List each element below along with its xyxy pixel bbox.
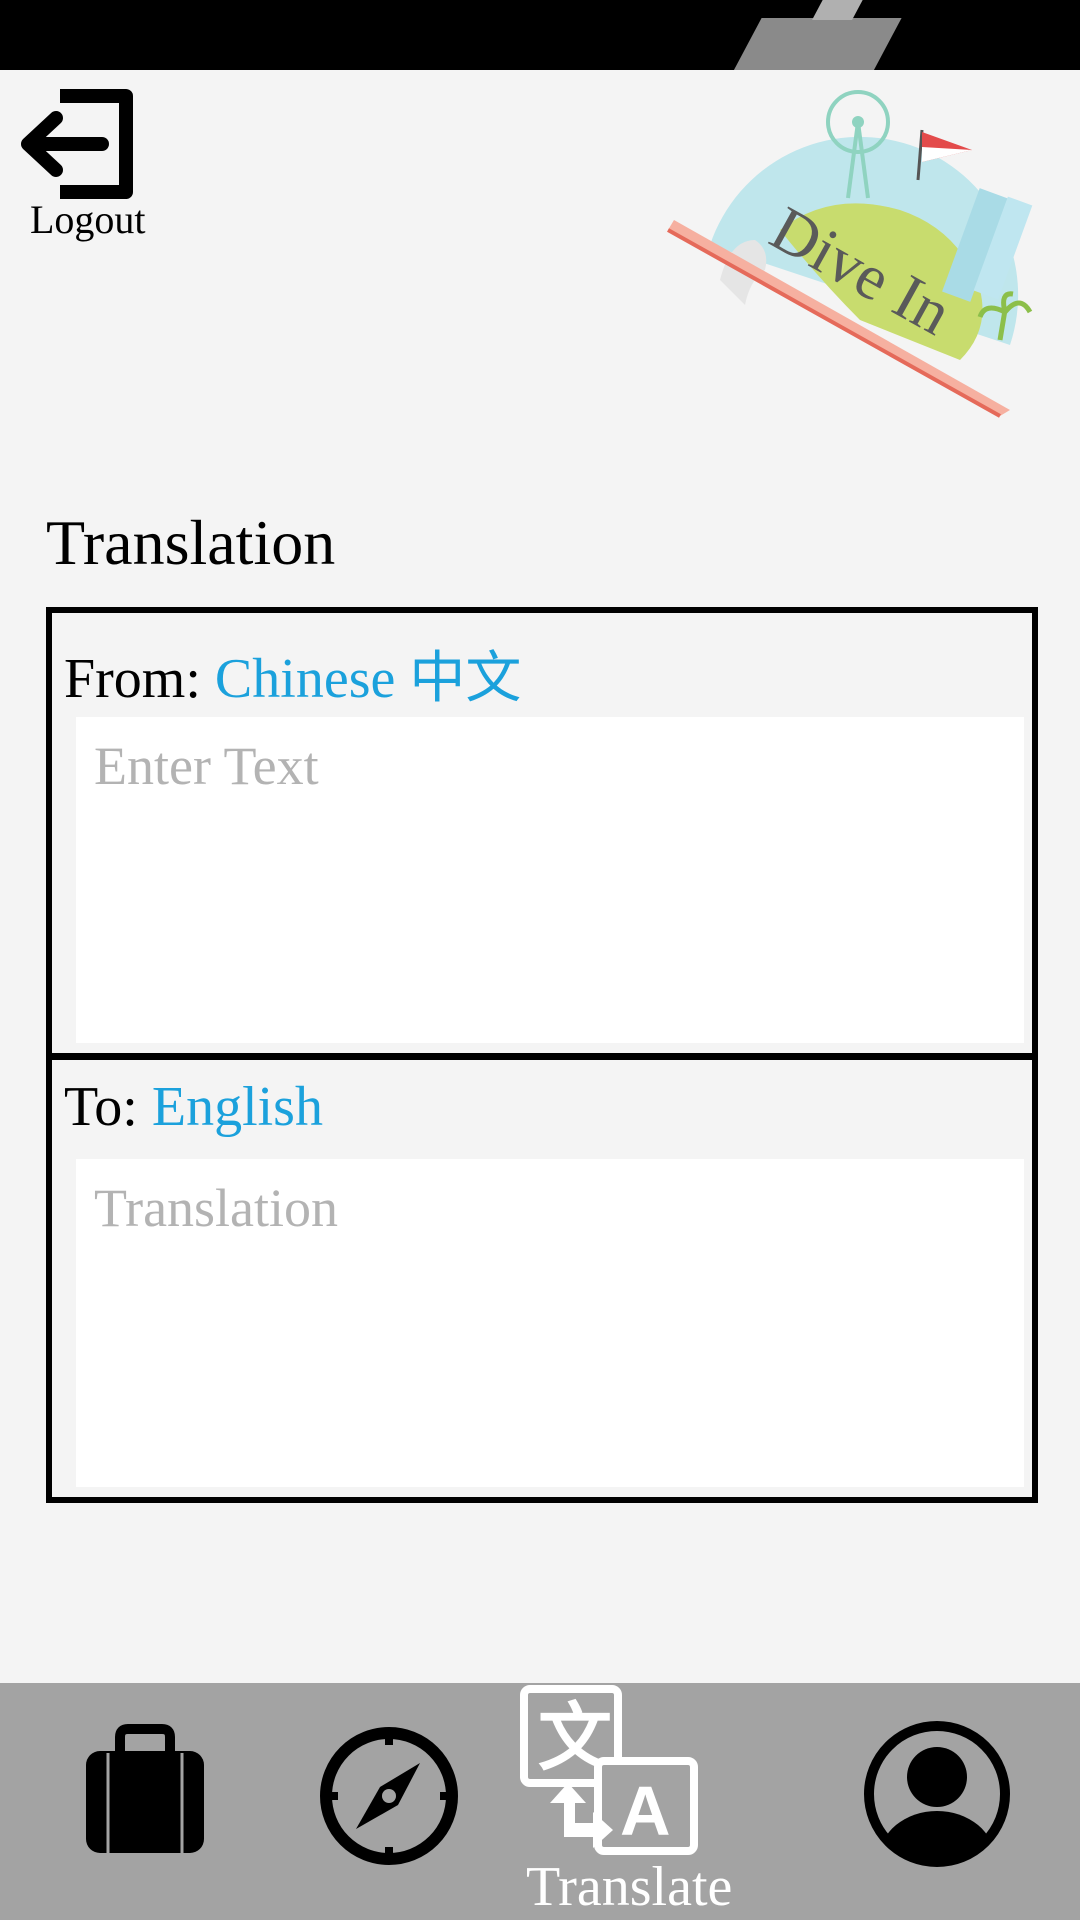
logout-button[interactable]: Logout: [14, 84, 174, 244]
source-text-input[interactable]: [76, 717, 1024, 1043]
nav-translate-label: Translate: [526, 1856, 733, 1918]
svg-text:A: A: [620, 1772, 671, 1850]
nav-profile-button[interactable]: [862, 1719, 1012, 1869]
logout-icon: [21, 89, 133, 199]
briefcase-icon: [86, 1724, 204, 1853]
compass-icon: [320, 1727, 458, 1865]
nav-translate-button[interactable]: 文 A Translate: [520, 1685, 780, 1920]
logout-label: Logout: [30, 197, 146, 242]
status-bar-overlay: [708, 18, 902, 70]
nav-trips-button[interactable]: [80, 1723, 210, 1863]
from-label: From:: [64, 648, 215, 710]
status-bar: [0, 0, 1080, 70]
panel-divider: [52, 1053, 1032, 1060]
status-bar-overlay-2: [812, 0, 868, 20]
profile-icon: [864, 1721, 1010, 1867]
dive-in-logo: Dive In: [660, 80, 1060, 430]
to-label: To:: [64, 1076, 152, 1138]
to-language-row: To: English: [64, 1075, 323, 1139]
translation-output[interactable]: [76, 1159, 1024, 1487]
bottom-nav: 文 A Translate: [0, 1683, 1080, 1920]
page-title: Translation: [46, 507, 336, 578]
nav-explore-button[interactable]: [318, 1725, 460, 1867]
from-language-selector[interactable]: Chinese 中文: [215, 648, 521, 710]
translation-panel: From: Chinese 中文 To: English: [46, 607, 1038, 1503]
translate-icon: 文 A: [520, 1685, 698, 1855]
to-language-selector[interactable]: English: [152, 1076, 323, 1138]
from-language-row: From: Chinese 中文: [64, 633, 521, 714]
